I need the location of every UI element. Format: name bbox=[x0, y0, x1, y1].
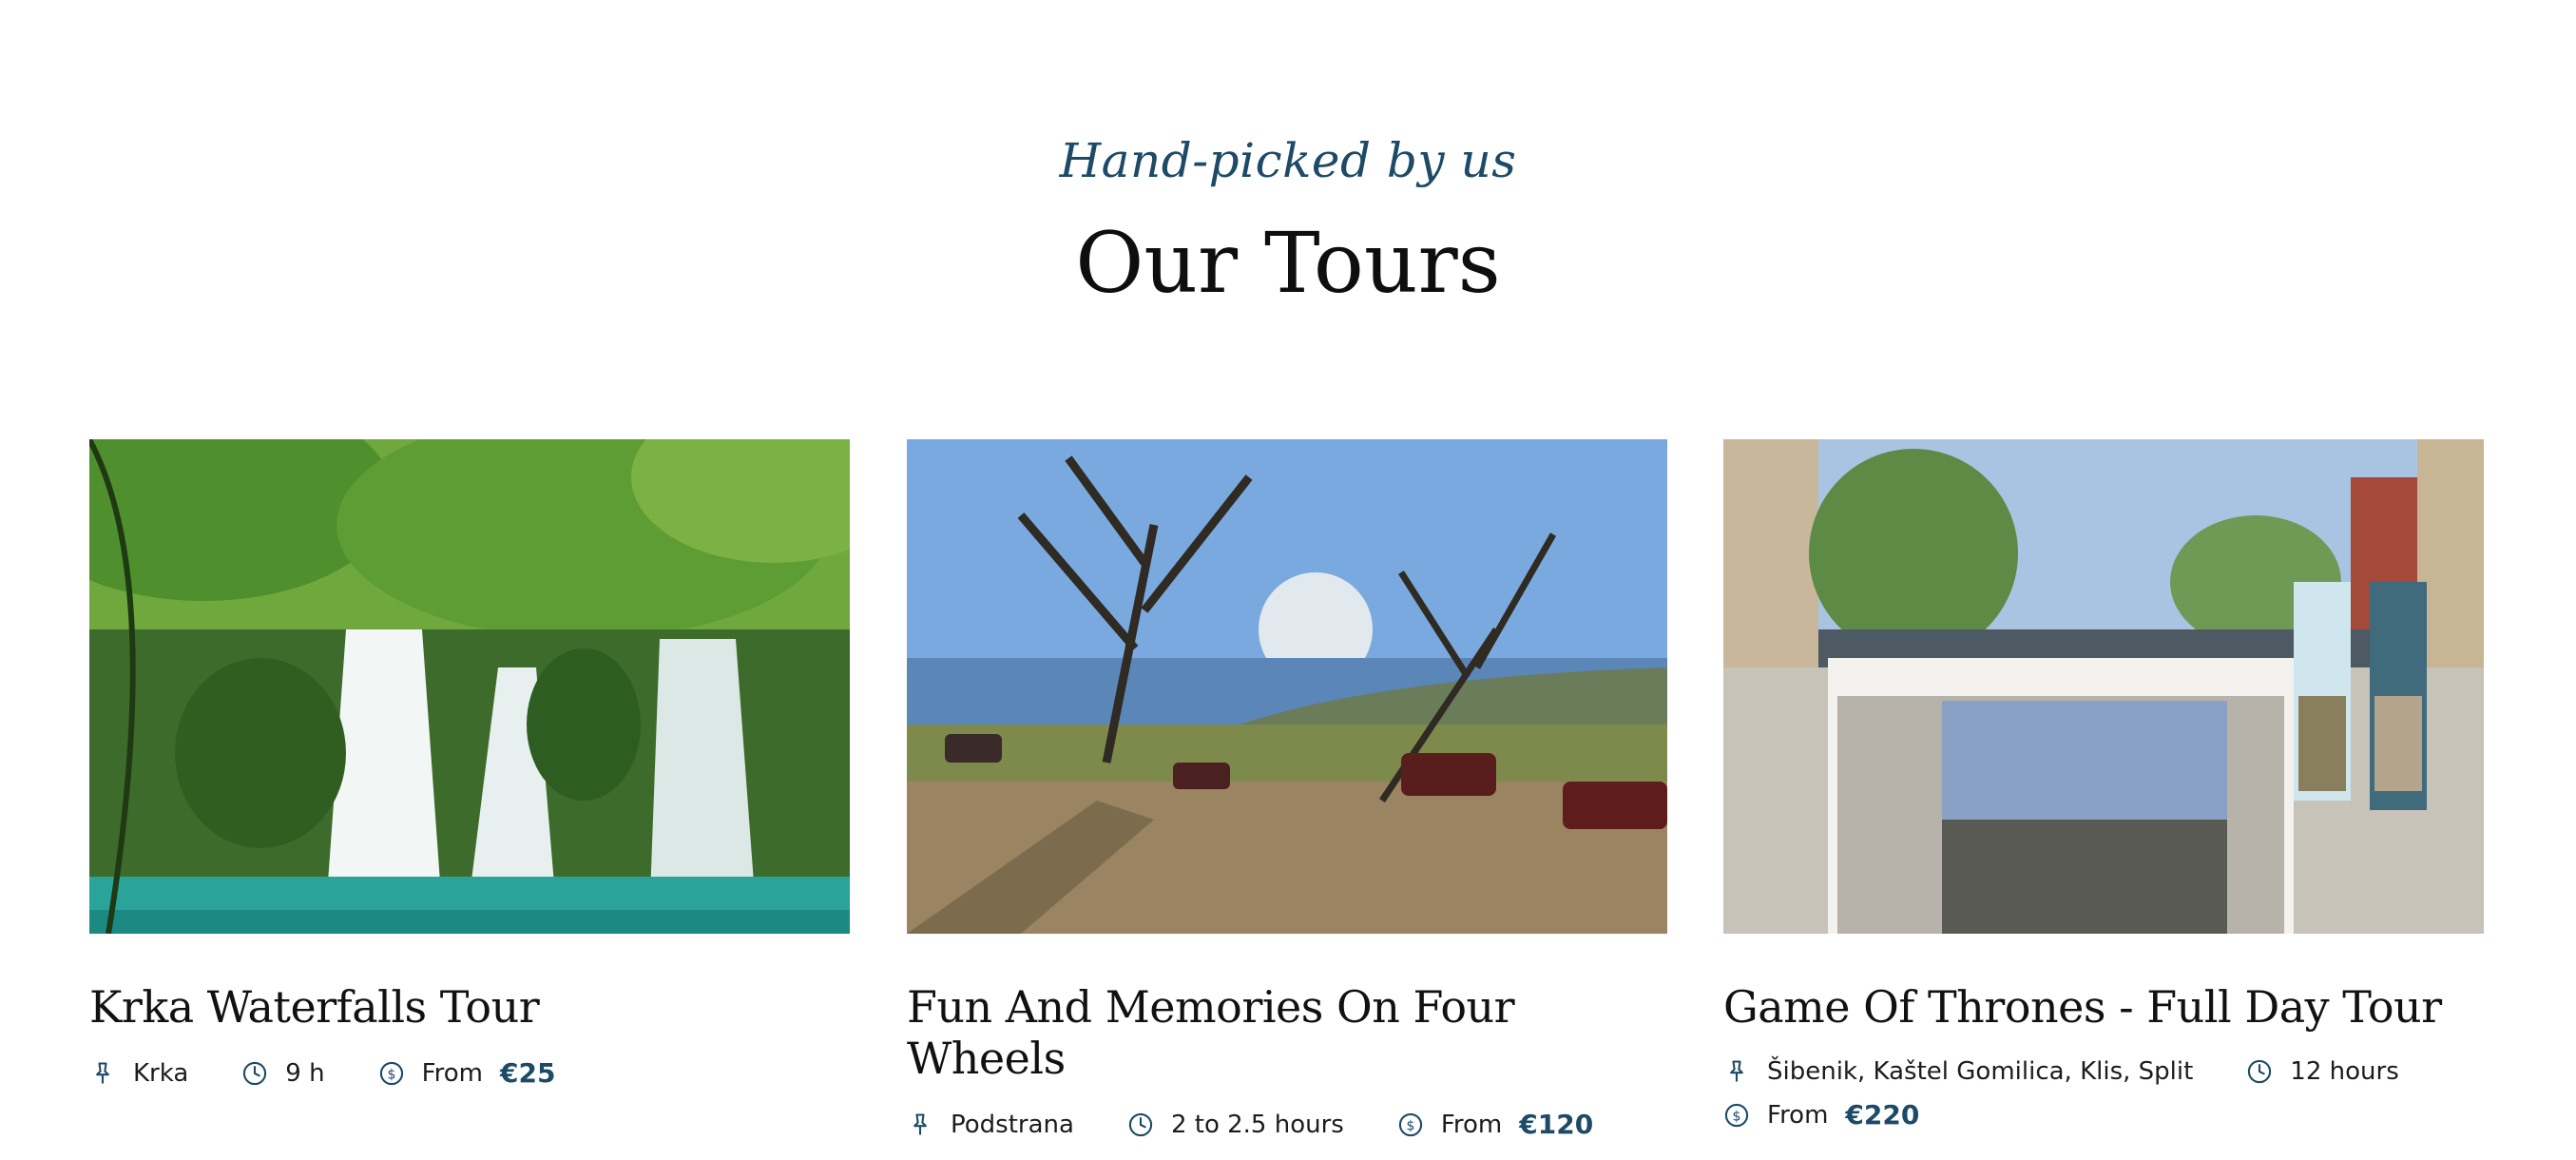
tour-meta: Krka 9 h $ From €25 bbox=[89, 1057, 850, 1089]
tour-card: Krka Waterfalls Tour Krka 9 h $ From €25 bbox=[89, 439, 850, 1089]
tour-meta: Podstrana 2 to 2.5 hours $ From €120 bbox=[907, 1109, 1667, 1140]
clock-icon bbox=[241, 1060, 268, 1087]
section-eyebrow: Hand-picked by us bbox=[1059, 133, 1517, 188]
clock-icon bbox=[2246, 1058, 2273, 1085]
pin-icon bbox=[1723, 1058, 1750, 1085]
tour-location: Krka bbox=[89, 1059, 188, 1088]
tour-image-game-of-thrones[interactable] bbox=[1723, 439, 2484, 934]
dollar-circle-icon: $ bbox=[1397, 1112, 1424, 1138]
tour-location: Podstrana bbox=[907, 1111, 1074, 1139]
tour-title[interactable]: Game Of Thrones - Full Day Tour bbox=[1723, 981, 2484, 1033]
pin-icon bbox=[907, 1112, 933, 1138]
dollar-circle-icon: $ bbox=[378, 1060, 405, 1087]
tour-price: $ From €120 bbox=[1397, 1109, 1593, 1140]
tour-duration: 9 h bbox=[241, 1059, 325, 1088]
svg-text:$: $ bbox=[1406, 1118, 1414, 1133]
tour-title[interactable]: Fun And Memories On Four Wheels bbox=[907, 981, 1667, 1084]
price-value: €25 bbox=[500, 1057, 556, 1089]
price-value: €120 bbox=[1519, 1109, 1594, 1140]
tour-card: Fun And Memories On Four Wheels Podstran… bbox=[907, 439, 1667, 1140]
tour-duration: 2 to 2.5 hours bbox=[1127, 1111, 1344, 1139]
price-value: €220 bbox=[1845, 1099, 1920, 1131]
tour-meta: Šibenik, Kaštel Gomilica, Klis, Split 12… bbox=[1723, 1057, 2484, 1131]
svg-text:$: $ bbox=[1733, 1109, 1741, 1124]
tours-section: Hand-picked by us Our Tours Krka Waterfa… bbox=[0, 0, 2576, 1160]
tour-card: Game Of Thrones - Full Day Tour Šibenik,… bbox=[1723, 439, 2484, 1131]
pin-icon bbox=[89, 1060, 116, 1087]
dollar-circle-icon: $ bbox=[1723, 1102, 1750, 1129]
tour-image-quad-bikes[interactable] bbox=[907, 439, 1667, 934]
tour-duration: 12 hours bbox=[2246, 1057, 2399, 1086]
tour-title[interactable]: Krka Waterfalls Tour bbox=[89, 981, 850, 1033]
tour-price: $ From €220 bbox=[1723, 1099, 1919, 1131]
tour-price: $ From €25 bbox=[378, 1057, 556, 1089]
tour-image-waterfall[interactable] bbox=[89, 439, 850, 934]
section-title: Our Tours bbox=[1075, 214, 1501, 312]
tour-location: Šibenik, Kaštel Gomilica, Klis, Split bbox=[1723, 1057, 2193, 1086]
svg-text:$: $ bbox=[387, 1067, 395, 1082]
clock-icon bbox=[1127, 1112, 1154, 1138]
